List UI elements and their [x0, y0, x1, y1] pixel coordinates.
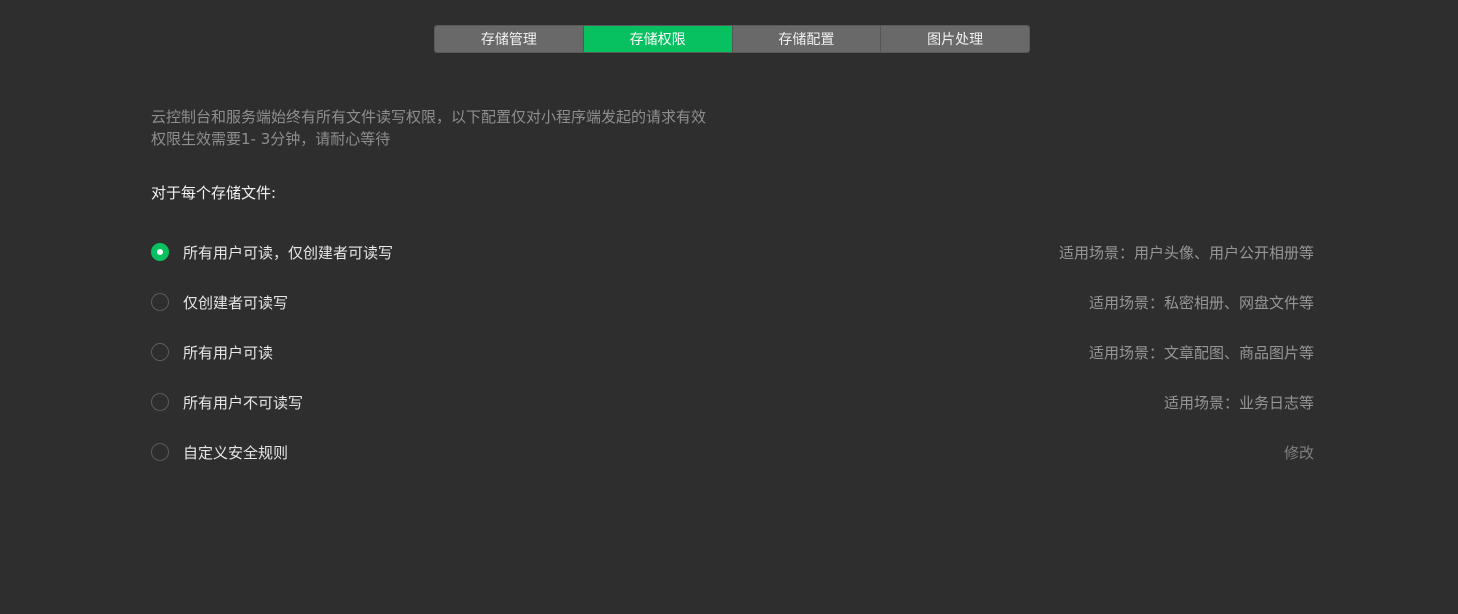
option-description: 适用场景：文章配图、商品图片等	[1088, 343, 1314, 362]
option-creator-only-read-write[interactable]: 仅创建者可读写 适用场景：私密相册、网盘文件等	[151, 291, 1314, 313]
radio-unchecked-icon[interactable]	[151, 443, 169, 461]
tab-storage-permission[interactable]: 存储权限	[583, 26, 733, 52]
tab-image-processing[interactable]: 图片处理	[881, 26, 1029, 52]
notice-line-2: 权限生效需要1- 3分钟，请耐心等待	[151, 130, 391, 148]
option-description: 适用场景：业务日志等	[1163, 393, 1314, 412]
radio-checked-icon[interactable]	[151, 243, 169, 261]
modify-link[interactable]: 修改	[1284, 442, 1314, 463]
option-no-read-write[interactable]: 所有用户不可读写 适用场景：业务日志等	[151, 391, 1314, 413]
radio-unchecked-icon[interactable]	[151, 393, 169, 411]
option-label: 仅创建者可读写	[183, 293, 289, 312]
radio-unchecked-icon[interactable]	[151, 293, 169, 311]
notice-text: 云控制台和服务端始终有所有文件读写权限，以下配置仅对小程序端发起的请求有效 权限…	[151, 106, 1314, 150]
option-description: 适用场景：用户头像、用户公开相册等	[1058, 243, 1314, 262]
tab-bar: 存储管理 存储权限 存储配置 图片处理	[434, 25, 1030, 53]
option-custom-security-rules[interactable]: 自定义安全规则 修改	[151, 441, 1314, 463]
option-label: 所有用户可读，仅创建者可读写	[183, 243, 394, 262]
storage-permission-page: 存储管理 存储权限 存储配置 图片处理 云控制台和服务端始终有所有文件读写权限，…	[0, 0, 1458, 614]
option-public-read[interactable]: 所有用户可读 适用场景：文章配图、商品图片等	[151, 341, 1314, 363]
tab-storage-management[interactable]: 存储管理	[435, 26, 584, 52]
option-label: 所有用户不可读写	[183, 393, 304, 412]
tab-storage-config[interactable]: 存储配置	[732, 26, 882, 52]
option-label: 自定义安全规则	[183, 443, 289, 462]
option-label: 所有用户可读	[183, 343, 274, 362]
permission-content: 云控制台和服务端始终有所有文件读写权限，以下配置仅对小程序端发起的请求有效 权限…	[151, 106, 1314, 491]
radio-unchecked-icon[interactable]	[151, 343, 169, 361]
section-title: 对于每个存储文件:	[151, 184, 277, 202]
option-description: 适用场景：私密相册、网盘文件等	[1088, 293, 1314, 312]
option-public-read-creator-write[interactable]: 所有用户可读，仅创建者可读写 适用场景：用户头像、用户公开相册等	[151, 241, 1314, 263]
notice-line-1: 云控制台和服务端始终有所有文件读写权限，以下配置仅对小程序端发起的请求有效	[151, 108, 707, 126]
permission-options: 所有用户可读，仅创建者可读写 适用场景：用户头像、用户公开相册等 仅创建者可读写…	[151, 241, 1314, 463]
